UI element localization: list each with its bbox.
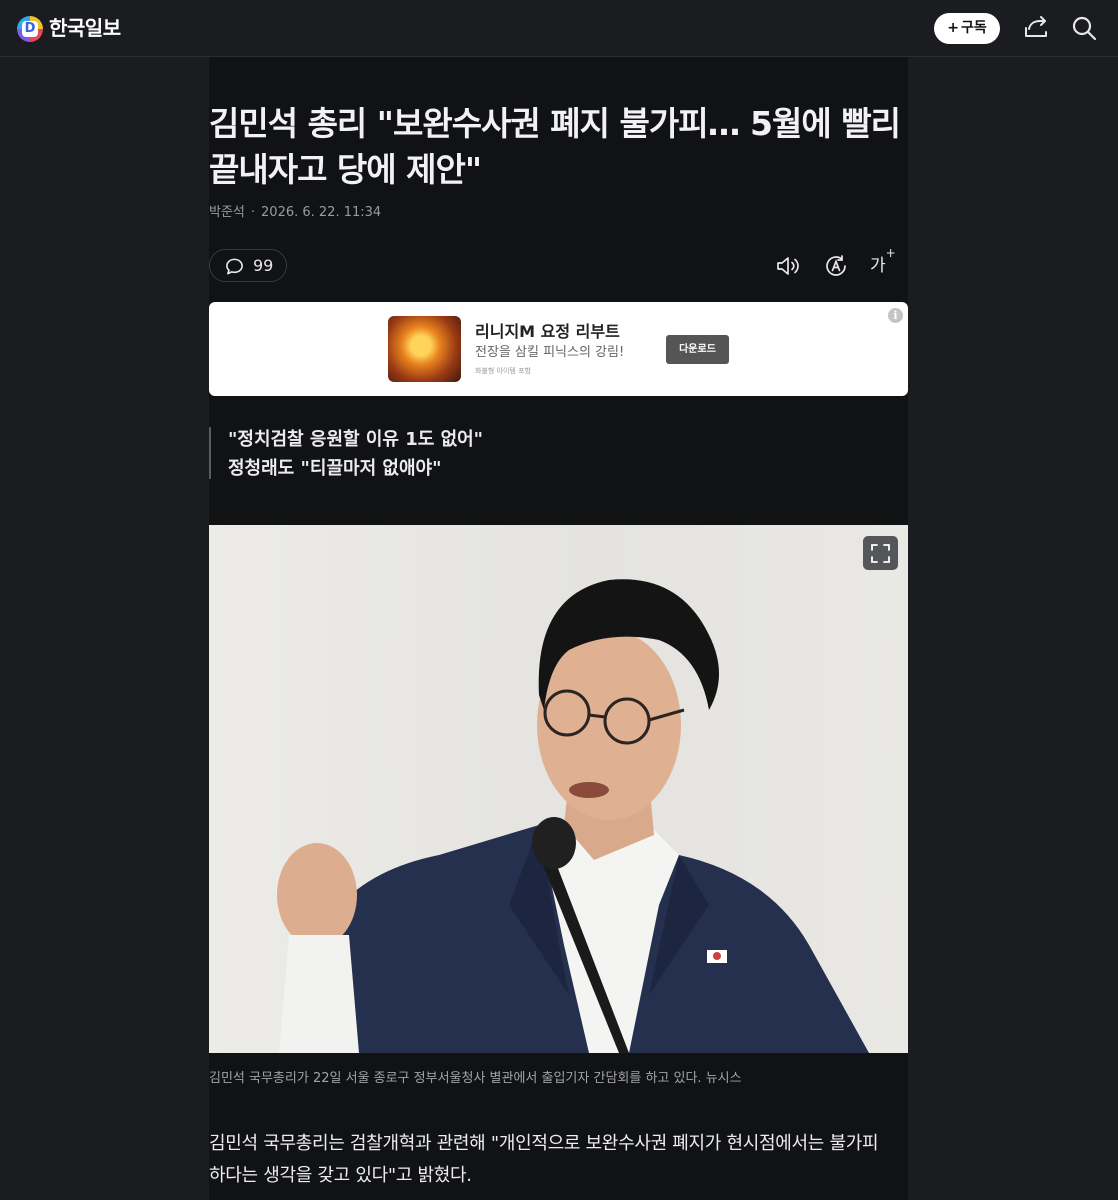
article-title-line1: 김민석 총리 "보완수사권 폐지 불가피… 5월에 빨리: [209, 104, 901, 143]
translate-button[interactable]: [823, 253, 849, 279]
subscribe-button[interactable]: + 구독: [934, 13, 1000, 44]
ad-note: 화불형 아이템 포함: [475, 367, 531, 375]
font-size-button[interactable]: 가+: [870, 246, 896, 279]
article-photo[interactable]: [209, 525, 908, 1053]
plus-icon: +: [947, 20, 959, 36]
byline-separator: ·: [250, 205, 256, 220]
listen-audio-button[interactable]: [775, 253, 801, 279]
brand-name[interactable]: 한국일보: [49, 14, 121, 42]
ad-banner[interactable]: 리니지M 요정 리부트 전장을 삼킬 피닉스의 강림! 화불형 아이템 포함 다…: [209, 302, 908, 396]
ad-title[interactable]: 리니지M 요정 리부트: [475, 321, 620, 343]
expand-image-button[interactable]: [863, 536, 898, 570]
ad-info-icon[interactable]: i: [888, 308, 903, 323]
comment-count: 99: [253, 256, 274, 275]
logo-letter: D: [22, 21, 38, 37]
search-icon[interactable]: [1070, 14, 1098, 42]
font-size-label: 가: [870, 256, 886, 276]
share-icon[interactable]: [1022, 14, 1050, 42]
article-body: 김민석 국무총리는 검찰개혁과 관련해 "개인적으로 보완수사권 폐지가 현시점…: [209, 1128, 908, 1192]
ad-download-button[interactable]: 다운로드: [666, 335, 729, 364]
article-container: 김민석 총리 "보완수사권 폐지 불가피… 5월에 빨리 끝내자고 당에 제안"…: [209, 57, 908, 1200]
ad-subtitle: 전장을 삼킬 피닉스의 강림!: [475, 345, 625, 360]
author-name[interactable]: 박준석: [209, 205, 245, 220]
speaker-icon: [777, 257, 799, 275]
brand-logo-icon[interactable]: D: [17, 16, 43, 42]
comment-button[interactable]: 99: [209, 249, 287, 282]
publish-date: 2026. 6. 22. 11:34: [261, 205, 382, 220]
subscribe-label: 구독: [960, 20, 987, 36]
article-title: 김민석 총리 "보완수사권 폐지 불가피… 5월에 빨리 끝내자고 당에 제안": [209, 101, 908, 193]
subheadline-line: "정치검찰 응원할 이유 1도 없어": [228, 429, 484, 450]
font-size-plus-icon: +: [885, 245, 896, 260]
article-title-line2: 끝내자고 당에 제안": [209, 150, 482, 189]
byline: 박준석 · 2026. 6. 22. 11:34: [209, 203, 381, 223]
photo-illustration: [277, 579, 869, 1053]
subheadline-line: 정청래도 "티끌마저 없애야": [228, 458, 442, 479]
top-navigation-bar: D 한국일보 + 구독: [0, 0, 1118, 57]
article-body-line2: 하다는 생각을 갖고 있다"고 밝혔다.: [209, 1165, 472, 1186]
comment-bubble-icon: [226, 258, 243, 275]
translate-icon: [826, 255, 846, 276]
fullscreen-icon: [871, 544, 890, 563]
article-subheadline: "정치검찰 응원할 이유 1도 없어" 정청래도 "티끌마저 없애야": [209, 427, 769, 479]
ad-game-thumbnail[interactable]: [388, 316, 461, 382]
photo-caption: 김민석 국무총리가 22일 서울 종로구 정부서울청사 별관에서 출입기자 간담…: [209, 1071, 742, 1086]
article-body-line1: 김민석 국무총리는 검찰개혁과 관련해 "개인적으로 보완수사권 폐지가 현시점…: [209, 1133, 879, 1154]
